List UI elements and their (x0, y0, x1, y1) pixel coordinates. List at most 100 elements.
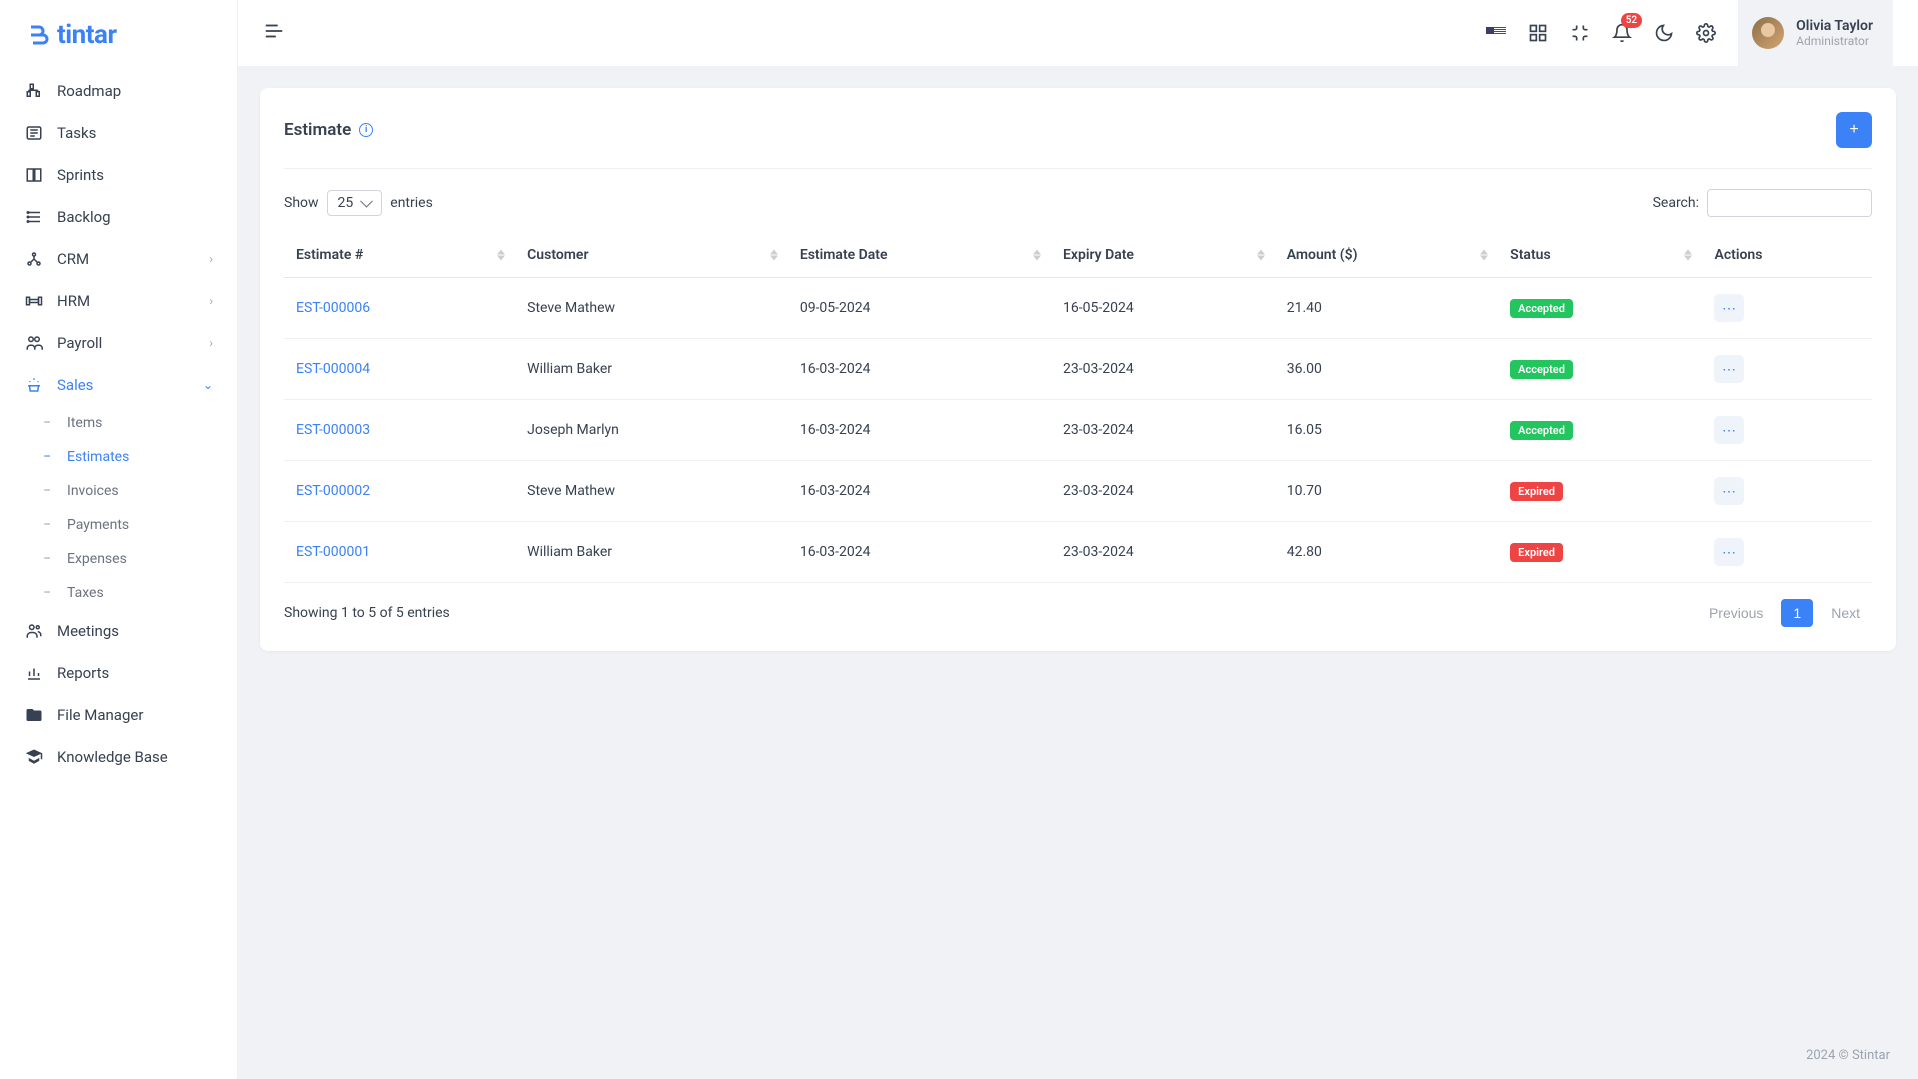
chevron-down-icon: ⌄ (203, 378, 213, 392)
sidebar-item-sprints[interactable]: Sprints (10, 154, 227, 196)
sidebar-item-label: Reports (57, 664, 109, 682)
crm-icon (25, 250, 43, 268)
sidebar-item-roadmap[interactable]: Roadmap (10, 70, 227, 112)
cell-amount: 42.80 (1275, 522, 1498, 583)
search-input[interactable] (1707, 189, 1872, 217)
sidebar-item-backlog[interactable]: Backlog (10, 196, 227, 238)
subnav-item-taxes[interactable]: Taxes (28, 576, 227, 610)
hrm-icon (25, 292, 43, 310)
sidebar-item-label: Payroll (57, 334, 102, 352)
page-1-button[interactable]: 1 (1781, 599, 1813, 627)
sidebar-item-label: Roadmap (57, 82, 121, 100)
cell-customer: Steve Mathew (515, 278, 788, 339)
entries-select[interactable]: 25 (327, 190, 383, 216)
cell-date: 16-03-2024 (788, 461, 1051, 522)
row-actions-button[interactable]: ⋯ (1714, 416, 1744, 444)
column-estimate-date[interactable]: Estimate Date (788, 233, 1051, 278)
row-actions-button[interactable]: ⋯ (1714, 294, 1744, 322)
subnav-item-items[interactable]: Items (28, 406, 227, 440)
meetings-icon (25, 622, 43, 640)
estimate-card: Estimate i + Show 25 entries Se (260, 88, 1896, 651)
user-menu[interactable]: Olivia Taylor Administrator (1738, 0, 1893, 66)
sort-icon (497, 250, 505, 261)
chevron-right-icon: › (209, 252, 213, 266)
sidebar-item-payroll[interactable]: Payroll › (10, 322, 227, 364)
sidebar-item-label: Meetings (57, 622, 119, 640)
sort-icon (1480, 250, 1488, 261)
sidebar-item-crm[interactable]: CRM › (10, 238, 227, 280)
cell-customer: William Baker (515, 522, 788, 583)
page-title-text: Estimate (284, 120, 351, 140)
logo-icon (25, 23, 49, 47)
estimate-link[interactable]: EST-000004 (296, 361, 370, 377)
sprints-icon (25, 166, 43, 184)
sidebar-item-hrm[interactable]: HRM› (10, 280, 227, 322)
column-actions: Actions (1702, 233, 1872, 278)
subnav-item-invoices[interactable]: Invoices (28, 474, 227, 508)
knowledge-icon (25, 748, 43, 766)
sidebar-item-label: Sales (57, 376, 93, 394)
column-status[interactable]: Status (1498, 233, 1702, 278)
row-actions-button[interactable]: ⋯ (1714, 538, 1744, 566)
subnav-item-estimates[interactable]: Estimates (28, 440, 227, 474)
info-icon[interactable]: i (359, 123, 373, 137)
next-page-button[interactable]: Next (1819, 599, 1872, 627)
row-actions-button[interactable]: ⋯ (1714, 477, 1744, 505)
status-badge: Expired (1510, 482, 1563, 501)
cell-amount: 21.40 (1275, 278, 1498, 339)
column-customer[interactable]: Customer (515, 233, 788, 278)
sidebar-item-label: File Manager (57, 706, 143, 724)
menu-toggle-icon[interactable] (263, 27, 285, 46)
sidebar-item-label: CRM (57, 250, 89, 268)
header: 52 Olivia Taylor Administrator (238, 0, 1918, 66)
estimate-link[interactable]: EST-000003 (296, 422, 370, 438)
tasks-icon (25, 124, 43, 142)
cell-date: 16-03-2024 (788, 400, 1051, 461)
pagination: Previous 1 Next (1697, 599, 1872, 627)
language-flag-icon[interactable] (1486, 23, 1506, 43)
fullscreen-icon[interactable] (1570, 23, 1590, 43)
column-amount-[interactable]: Amount ($) (1275, 233, 1498, 278)
dark-mode-icon[interactable] (1654, 23, 1674, 43)
estimate-link[interactable]: EST-000001 (296, 544, 370, 560)
notifications-icon[interactable]: 52 (1612, 23, 1632, 43)
apps-grid-icon[interactable] (1528, 23, 1548, 43)
sidebar-item-sales[interactable]: Sales ⌄ (10, 364, 227, 406)
content: Estimate i + Show 25 entries Se (238, 66, 1918, 1032)
status-badge: Accepted (1510, 421, 1573, 440)
footer: 2024 © Stintar (238, 1032, 1918, 1079)
prev-page-button[interactable]: Previous (1697, 599, 1775, 627)
sidebar-item-reports[interactable]: Reports (10, 652, 227, 694)
page-title: Estimate i (284, 120, 373, 140)
add-estimate-button[interactable]: + (1836, 112, 1872, 148)
sidebar-item-label: Backlog (57, 208, 111, 226)
chevron-right-icon: › (209, 336, 213, 350)
entries-label: entries (390, 195, 433, 211)
subnav-item-payments[interactable]: Payments (28, 508, 227, 542)
files-icon (25, 706, 43, 724)
roadmap-icon (25, 82, 43, 100)
sidebar-item-knowledge-base[interactable]: Knowledge Base (10, 736, 227, 778)
column-estimate-[interactable]: Estimate # (284, 233, 515, 278)
user-name: Olivia Taylor (1796, 18, 1873, 34)
cell-expiry: 23-03-2024 (1051, 461, 1275, 522)
table-row: EST-000001 William Baker 16-03-2024 23-0… (284, 522, 1872, 583)
sidebar-item-label: Knowledge Base (57, 748, 168, 766)
sidebar-item-file-manager[interactable]: File Manager (10, 694, 227, 736)
estimate-link[interactable]: EST-000002 (296, 483, 370, 499)
estimates-table: Estimate #CustomerEstimate DateExpiry Da… (284, 233, 1872, 583)
sidebar-item-meetings[interactable]: Meetings (10, 610, 227, 652)
logo[interactable]: tintar (25, 20, 117, 50)
cell-amount: 36.00 (1275, 339, 1498, 400)
sidebar-item-label: HRM (57, 292, 90, 310)
cell-amount: 10.70 (1275, 461, 1498, 522)
column-expiry-date[interactable]: Expiry Date (1051, 233, 1275, 278)
estimate-link[interactable]: EST-000006 (296, 300, 370, 316)
settings-icon[interactable] (1696, 23, 1716, 43)
row-actions-button[interactable]: ⋯ (1714, 355, 1744, 383)
sidebar-item-tasks[interactable]: Tasks (10, 112, 227, 154)
subnav-item-expenses[interactable]: Expenses (28, 542, 227, 576)
cell-customer: William Baker (515, 339, 788, 400)
cell-expiry: 23-03-2024 (1051, 522, 1275, 583)
cell-amount: 16.05 (1275, 400, 1498, 461)
